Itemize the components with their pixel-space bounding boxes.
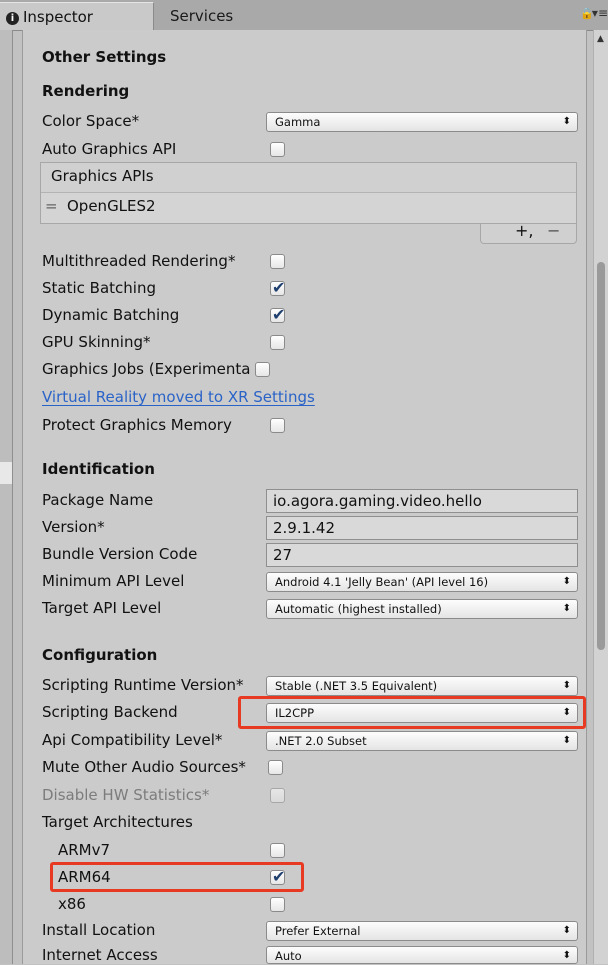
scripting-backend-highlight <box>238 696 586 729</box>
gpu-skinning-checkbox[interactable] <box>270 335 285 350</box>
internet-access-label: Internet Access <box>42 946 158 964</box>
api-compatibility-dropdown[interactable]: .NET 2.0 Subset ⬍ <box>266 731 578 751</box>
disable-hw-statistics-label: Disable HW Statistics* <box>42 786 210 804</box>
dropdown-arrow-icon: ⬍ <box>562 950 571 961</box>
target-api-level-dropdown[interactable]: Automatic (highest installed) ⬍ <box>266 599 578 619</box>
internet-access-value: Auto <box>275 949 302 963</box>
armv7-label: ARMv7 <box>58 841 111 859</box>
dropdown-arrow-icon: ⬍ <box>562 680 571 691</box>
section-other-settings: Other Settings <box>42 48 167 66</box>
disable-hw-statistics-checkbox <box>270 788 285 803</box>
install-location-dropdown[interactable]: Prefer External ⬍ <box>266 921 578 941</box>
info-icon: i <box>6 12 19 25</box>
graphics-jobs-checkbox[interactable] <box>255 362 270 377</box>
graphics-apis-footer: +, − <box>480 221 577 244</box>
graphics-apis-list: Graphics APIs = OpenGLES2 <box>40 162 577 224</box>
version-field[interactable]: 2.9.1.42 <box>266 516 578 540</box>
dropdown-arrow-icon: ⬍ <box>562 576 571 587</box>
add-icon[interactable]: +, <box>515 221 534 240</box>
api-compatibility-value: .NET 2.0 Subset <box>275 734 367 748</box>
target-architectures-label: Target Architectures <box>42 813 193 831</box>
tab-inspector-label: Inspector <box>23 8 93 26</box>
dropdown-arrow-icon: ⬍ <box>562 603 571 614</box>
static-batching-checkbox[interactable] <box>270 278 285 297</box>
minimum-api-level-dropdown[interactable]: Android 4.1 'Jelly Bean' (API level 16) … <box>266 572 578 592</box>
internet-access-dropdown[interactable]: Auto ⬍ <box>266 946 578 964</box>
multithreaded-rendering-label: Multithreaded Rendering* <box>42 252 236 270</box>
tab-services-label: Services <box>170 7 234 25</box>
scroll-up-arrow-icon[interactable]: ▲ <box>597 34 604 44</box>
tab-services[interactable]: Services <box>156 2 276 30</box>
graphics-api-item[interactable]: OpenGLES2 <box>67 197 156 215</box>
armv7-checkbox[interactable] <box>270 843 285 858</box>
api-compatibility-label: Api Compatibility Level* <box>42 731 223 749</box>
auto-graphics-api-label: Auto Graphics API <box>42 140 177 158</box>
mute-audio-label: Mute Other Audio Sources* <box>42 758 246 776</box>
scripting-runtime-label: Scripting Runtime Version* <box>42 676 244 694</box>
tab-bar: i Inspector Services 🔒 ▾≡ <box>0 0 608 31</box>
graphics-jobs-label: Graphics Jobs (Experimenta <box>42 360 251 378</box>
color-space-value: Gamma <box>275 115 321 129</box>
vertical-scrollbar[interactable]: ▲ <box>593 30 608 964</box>
scripting-runtime-value: Stable (.NET 3.5 Equivalent) <box>275 679 438 693</box>
mute-audio-checkbox[interactable] <box>268 760 283 775</box>
scrollbar-thumb[interactable] <box>597 262 605 650</box>
x86-checkbox[interactable] <box>270 897 285 912</box>
bundle-version-code-field[interactable]: 27 <box>266 543 578 567</box>
minimum-api-level-value: Android 4.1 'Jelly Bean' (API level 16) <box>275 575 489 589</box>
drag-handle-icon[interactable]: = <box>45 197 58 215</box>
section-configuration: Configuration <box>42 646 158 664</box>
target-api-level-label: Target API Level <box>42 599 162 617</box>
left-frame-tab <box>0 462 12 484</box>
vr-settings-link[interactable]: Virtual Reality moved to XR Settings <box>42 388 315 406</box>
panel-menu-icon[interactable]: ▾≡ <box>592 6 608 20</box>
protect-graphics-memory-label: Protect Graphics Memory <box>42 416 232 434</box>
multithreaded-rendering-checkbox[interactable] <box>270 254 285 269</box>
remove-icon[interactable]: − <box>547 221 560 240</box>
static-batching-label: Static Batching <box>42 279 156 297</box>
dropdown-arrow-icon: ⬍ <box>562 116 571 127</box>
dropdown-arrow-icon: ⬍ <box>562 735 571 746</box>
protect-graphics-memory-checkbox[interactable] <box>270 418 285 433</box>
auto-graphics-api-checkbox[interactable] <box>270 142 285 157</box>
install-location-value: Prefer External <box>275 924 361 938</box>
tab-inspector[interactable]: i Inspector <box>0 2 154 30</box>
target-api-level-value: Automatic (highest installed) <box>275 602 442 616</box>
dropdown-arrow-icon: ⬍ <box>562 925 571 936</box>
dynamic-batching-label: Dynamic Batching <box>42 306 180 324</box>
bundle-version-code-label: Bundle Version Code <box>42 545 198 563</box>
section-rendering: Rendering <box>42 82 130 100</box>
graphics-apis-title: Graphics APIs <box>51 167 154 185</box>
graphics-apis-header: Graphics APIs <box>41 163 576 193</box>
left-frame <box>0 30 13 964</box>
x86-label: x86 <box>58 895 86 913</box>
arm64-highlight <box>50 862 304 892</box>
scripting-runtime-dropdown[interactable]: Stable (.NET 3.5 Equivalent) ⬍ <box>266 676 578 696</box>
scripting-backend-label: Scripting Backend <box>42 703 178 721</box>
dynamic-batching-checkbox[interactable] <box>270 305 285 324</box>
color-space-dropdown[interactable]: Gamma ⬍ <box>266 112 578 132</box>
color-space-label: Color Space* <box>42 112 140 130</box>
section-identification: Identification <box>42 460 155 478</box>
minimum-api-level-label: Minimum API Level <box>42 572 185 590</box>
package-name-label: Package Name <box>42 491 154 509</box>
version-label: Version* <box>42 518 105 536</box>
package-name-field[interactable]: io.agora.gaming.video.hello <box>266 489 578 513</box>
gpu-skinning-label: GPU Skinning* <box>42 333 151 351</box>
install-location-label: Install Location <box>42 921 156 939</box>
